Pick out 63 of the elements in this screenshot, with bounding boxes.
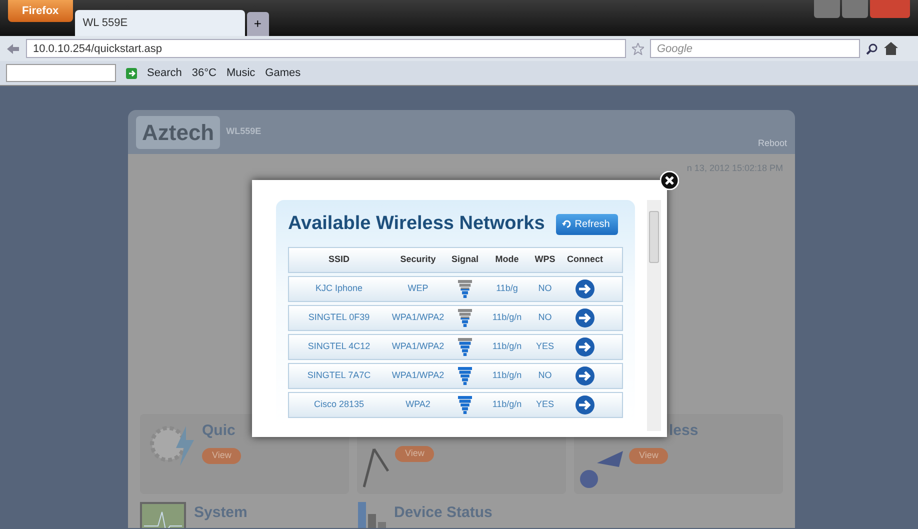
- refresh-button[interactable]: Refresh: [556, 214, 618, 235]
- search-icon: [866, 42, 878, 54]
- weather-text: 36°C: [192, 66, 216, 81]
- toolbar-dropdown[interactable]: [6, 64, 116, 82]
- close-icon[interactable]: [660, 171, 679, 190]
- ssid-cell-text: SINGTEL 4C12: [306, 340, 372, 353]
- column-header: Connect: [566, 252, 604, 266]
- arrow-icon: [126, 68, 137, 78]
- bookmark-link[interactable]: Games: [265, 64, 301, 82]
- antenna-icon: [363, 448, 389, 488]
- wps-cell-text: YES: [534, 398, 555, 411]
- star-icon: [632, 42, 644, 54]
- mode-cell-text: 11b/g/n: [491, 310, 523, 324]
- column-header: Mode: [494, 252, 520, 266]
- reboot-link[interactable]: Reboot: [758, 136, 787, 154]
- mode-cell-text: 11b/g/n: [491, 398, 523, 411]
- ssid-cell-text: SINGTEL 7A7C: [306, 368, 372, 382]
- security-cell-text: WPA2: [404, 398, 432, 411]
- tile-title: Quic: [202, 421, 236, 441]
- security-cell-text: WPA1/WPA2: [390, 310, 446, 324]
- wps-cell-text: NO: [537, 282, 553, 295]
- column-header: SSID: [327, 252, 350, 266]
- scrollbar[interactable]: [647, 200, 661, 431]
- dialog-title: Available Wireless Networks: [288, 212, 545, 236]
- wps-cell-text: NO: [537, 368, 553, 382]
- refresh-icon: [562, 219, 572, 230]
- wireless-icon: [580, 451, 623, 488]
- model-name: WL559E: [226, 125, 262, 138]
- view-button[interactable]: View: [395, 446, 434, 462]
- back-icon: [6, 42, 20, 54]
- view-button[interactable]: View: [202, 448, 242, 464]
- ssid-cell-text: KJC Iphone: [314, 282, 364, 295]
- logo: Aztech: [136, 116, 220, 148]
- column-header: Security: [399, 252, 437, 266]
- search-field[interactable]: Google: [650, 39, 860, 58]
- search-link[interactable]: Search: [147, 64, 182, 82]
- signal-icon: [458, 366, 472, 384]
- column-header: WPS: [534, 252, 556, 266]
- security-cell-text: WPA1/WPA2: [390, 340, 446, 353]
- mode-cell-text: 11b/g/n: [491, 368, 523, 382]
- ssid-cell-text: SINGTEL 0F39: [307, 310, 371, 324]
- wps-cell-text: YES: [534, 340, 555, 353]
- address-field[interactable]: 10.0.10.254/quickstart.asp: [26, 39, 626, 58]
- tile-title: less: [669, 421, 698, 441]
- mode-cell-text: 11b/g: [495, 282, 519, 295]
- signal-icon: [458, 280, 472, 298]
- wps-cell-text: NO: [537, 310, 553, 324]
- signal-icon: [458, 308, 472, 326]
- tile-title: System: [194, 503, 248, 523]
- browser-menu-button[interactable]: Firefox: [8, 0, 73, 22]
- signal-icon: [458, 338, 472, 356]
- bookmark-link[interactable]: Music: [226, 64, 256, 82]
- column-header: Signal: [450, 252, 480, 266]
- signal-icon: [458, 396, 472, 414]
- ssid-cell-text: Cisco 28135: [312, 398, 366, 411]
- home-icon: [884, 42, 898, 55]
- mode-cell-text: 11b/g/n: [491, 340, 523, 353]
- new-tab-button[interactable]: +: [246, 12, 269, 36]
- security-cell-text: WEP: [406, 282, 430, 295]
- tile-title: Device Status: [394, 503, 492, 523]
- browser-tab[interactable]: WL 559E: [74, 10, 245, 36]
- view-button[interactable]: View: [629, 448, 668, 464]
- security-cell-text: WPA1/WPA2: [390, 368, 446, 382]
